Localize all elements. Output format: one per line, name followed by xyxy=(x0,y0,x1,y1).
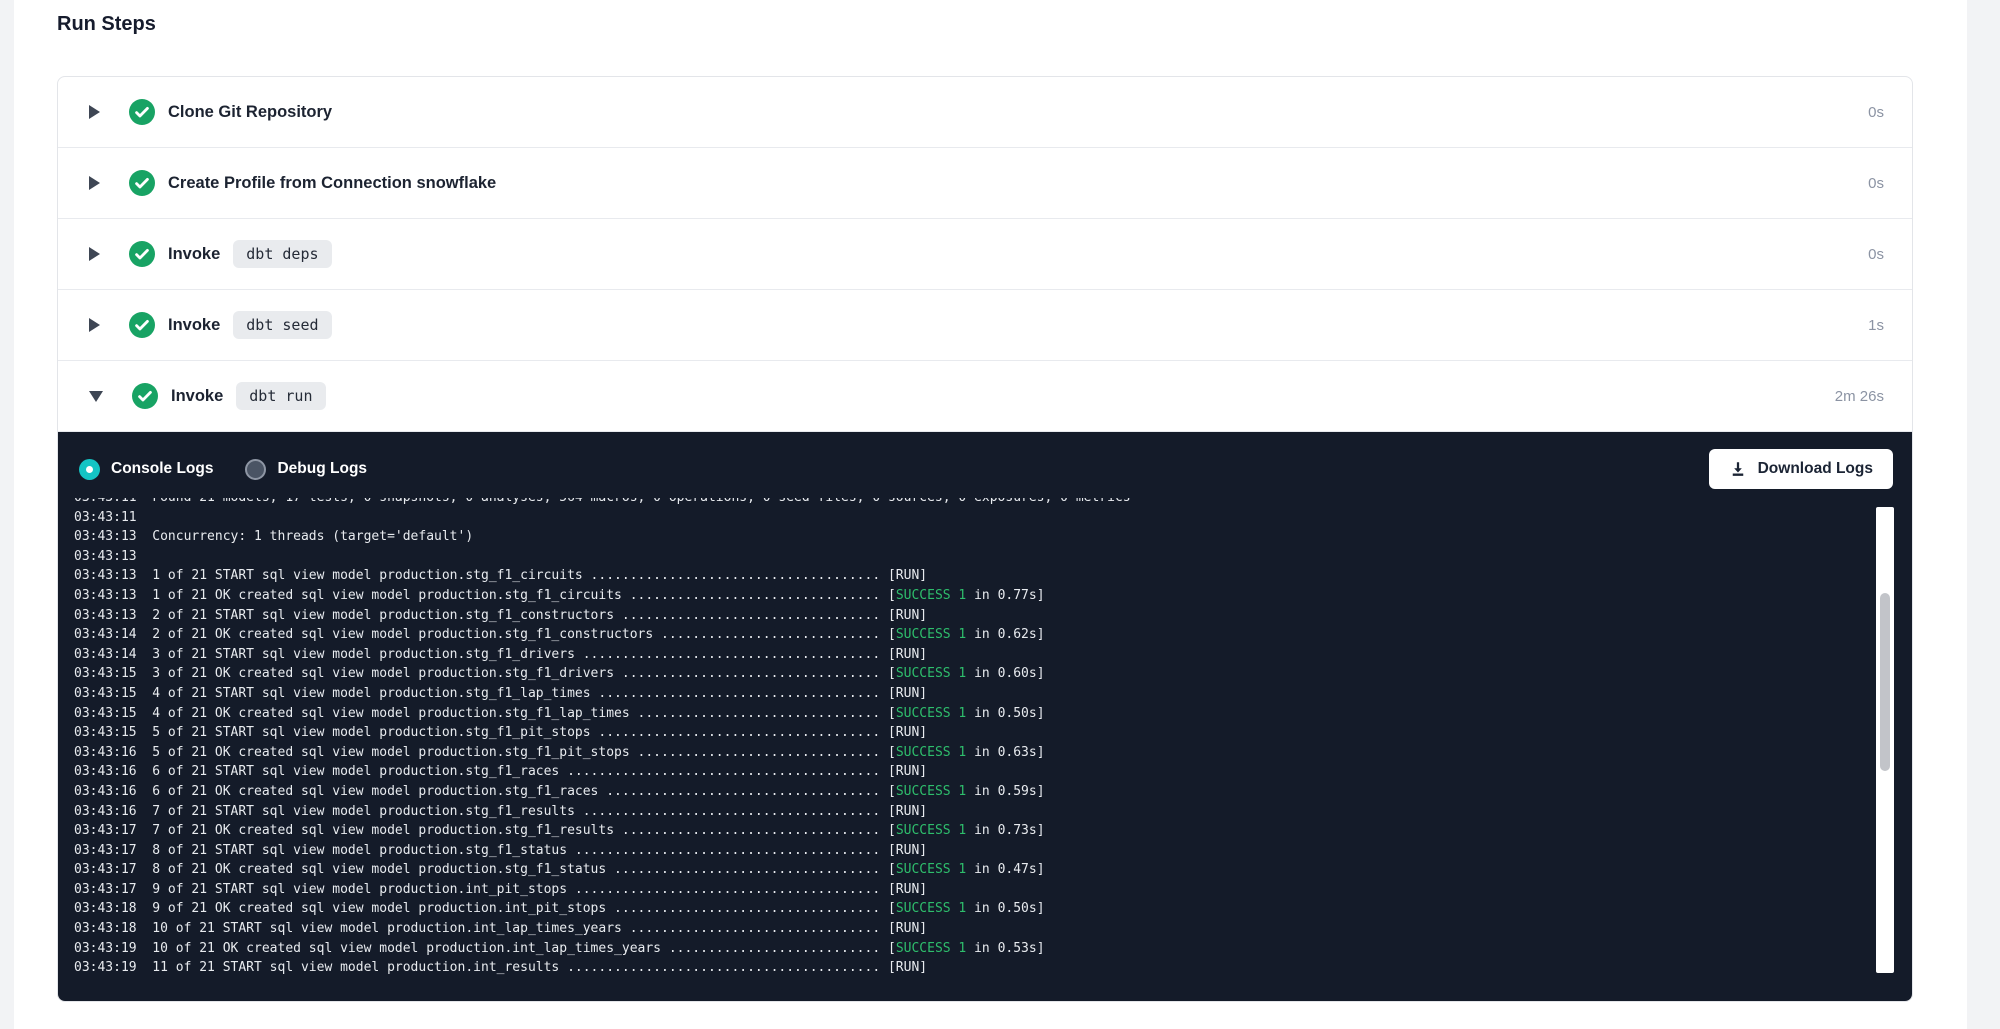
step-label: Clone Git Repository xyxy=(168,103,332,122)
console-logs-radio[interactable]: Console Logs xyxy=(79,459,213,480)
log-line: 03:43:13 2 of 21 START sql view model pr… xyxy=(74,606,1852,626)
run-steps-card: Clone Git Repository 0s Create Profile f… xyxy=(57,76,1913,1002)
scrollbar-thumb[interactable] xyxy=(1880,593,1890,771)
step-duration: 1s xyxy=(1868,317,1884,334)
log-line: 03:43:18 9 of 21 OK created sql view mod… xyxy=(74,899,1852,919)
log-line: 03:43:13 1 of 21 OK created sql view mod… xyxy=(74,586,1852,606)
step-label: Invoke xyxy=(168,316,220,335)
log-line: 03:43:14 3 of 21 START sql view model pr… xyxy=(74,645,1852,665)
step-invoke-dbt-run[interactable]: Invoke dbt run 2m 26s xyxy=(58,361,1912,432)
step-clone-git-repository[interactable]: Clone Git Repository 0s xyxy=(58,77,1912,148)
console-panel: Console Logs Debug Logs Download Logs 03… xyxy=(58,432,1912,1001)
caret-right-icon[interactable] xyxy=(89,105,100,119)
download-logs-label: Download Logs xyxy=(1758,460,1873,478)
success-check-icon xyxy=(129,241,155,267)
caret-right-icon[interactable] xyxy=(89,247,100,261)
step-label: Create Profile from Connection snowflake xyxy=(168,174,496,193)
step-duration: 0s xyxy=(1868,246,1884,263)
log-line: 03:43:16 5 of 21 OK created sql view mod… xyxy=(74,743,1852,763)
scrollbar-track[interactable] xyxy=(1876,507,1894,973)
step-invoke-dbt-seed[interactable]: Invoke dbt seed 1s xyxy=(58,290,1912,361)
log-line: 03:43:16 7 of 21 START sql view model pr… xyxy=(74,802,1852,822)
success-check-icon xyxy=(129,99,155,125)
log-line: 03:43:15 4 of 21 START sql view model pr… xyxy=(74,684,1852,704)
step-invoke-dbt-deps[interactable]: Invoke dbt deps 0s xyxy=(58,219,1912,290)
caret-right-icon[interactable] xyxy=(89,318,100,332)
log-line: 03:43:11 xyxy=(74,508,1852,528)
step-command-badge: dbt seed xyxy=(233,311,331,339)
log-line: 03:43:19 10 of 21 OK created sql view mo… xyxy=(74,939,1852,959)
log-line: 03:43:14 2 of 21 OK created sql view mod… xyxy=(74,625,1852,645)
console-header: Console Logs Debug Logs Download Logs xyxy=(58,432,1912,489)
step-label: Invoke xyxy=(168,245,220,264)
log-line: 03:43:17 9 of 21 START sql view model pr… xyxy=(74,880,1852,900)
log-line: 03:43:13 Concurrency: 1 threads (target=… xyxy=(74,527,1852,547)
caret-down-icon[interactable] xyxy=(89,391,103,402)
download-icon xyxy=(1729,460,1747,478)
success-check-icon xyxy=(129,312,155,338)
log-line: 03:43:15 4 of 21 OK created sql view mod… xyxy=(74,704,1852,724)
console-log-output: 03:43:11 Found 21 models, 17 tests, 0 sn… xyxy=(74,498,1852,992)
step-command-badge: dbt run xyxy=(236,382,325,410)
log-line: 03:43:16 6 of 21 START sql view model pr… xyxy=(74,762,1852,782)
log-line: 03:43:15 3 of 21 OK created sql view mod… xyxy=(74,664,1852,684)
log-line: 03:43:17 7 of 21 OK created sql view mod… xyxy=(74,821,1852,841)
step-command-badge: dbt deps xyxy=(233,240,331,268)
step-create-profile[interactable]: Create Profile from Connection snowflake… xyxy=(58,148,1912,219)
log-line: 03:43:17 8 of 21 OK created sql view mod… xyxy=(74,860,1852,880)
debug-logs-label[interactable]: Debug Logs xyxy=(277,460,367,478)
success-check-icon xyxy=(129,170,155,196)
page-left-gutter xyxy=(0,0,14,1029)
step-duration: 0s xyxy=(1868,175,1884,192)
console-logs-label[interactable]: Console Logs xyxy=(111,460,213,478)
download-logs-button[interactable]: Download Logs xyxy=(1709,449,1893,489)
log-line: 03:43:19 11 of 21 START sql view model p… xyxy=(74,958,1852,978)
success-check-icon xyxy=(132,383,158,409)
log-line: 03:43:11 Found 21 models, 17 tests, 0 sn… xyxy=(74,498,1852,508)
step-duration: 2m 26s xyxy=(1835,388,1884,405)
page-right-gutter xyxy=(1967,0,2000,1029)
radio-selected-icon[interactable] xyxy=(79,459,100,480)
step-duration: 0s xyxy=(1868,104,1884,121)
log-line: 03:43:16 6 of 21 OK created sql view mod… xyxy=(74,782,1852,802)
debug-logs-radio[interactable]: Debug Logs xyxy=(245,459,367,480)
radio-unselected-icon[interactable] xyxy=(245,459,266,480)
caret-right-icon[interactable] xyxy=(89,176,100,190)
log-line: 03:43:18 10 of 21 START sql view model p… xyxy=(74,919,1852,939)
page-title: Run Steps xyxy=(57,13,156,36)
log-line: 03:43:13 1 of 21 START sql view model pr… xyxy=(74,566,1852,586)
step-label: Invoke xyxy=(171,387,223,406)
log-line: 03:43:15 5 of 21 START sql view model pr… xyxy=(74,723,1852,743)
log-line: 03:43:17 8 of 21 START sql view model pr… xyxy=(74,841,1852,861)
log-line: 03:43:13 xyxy=(74,547,1852,567)
